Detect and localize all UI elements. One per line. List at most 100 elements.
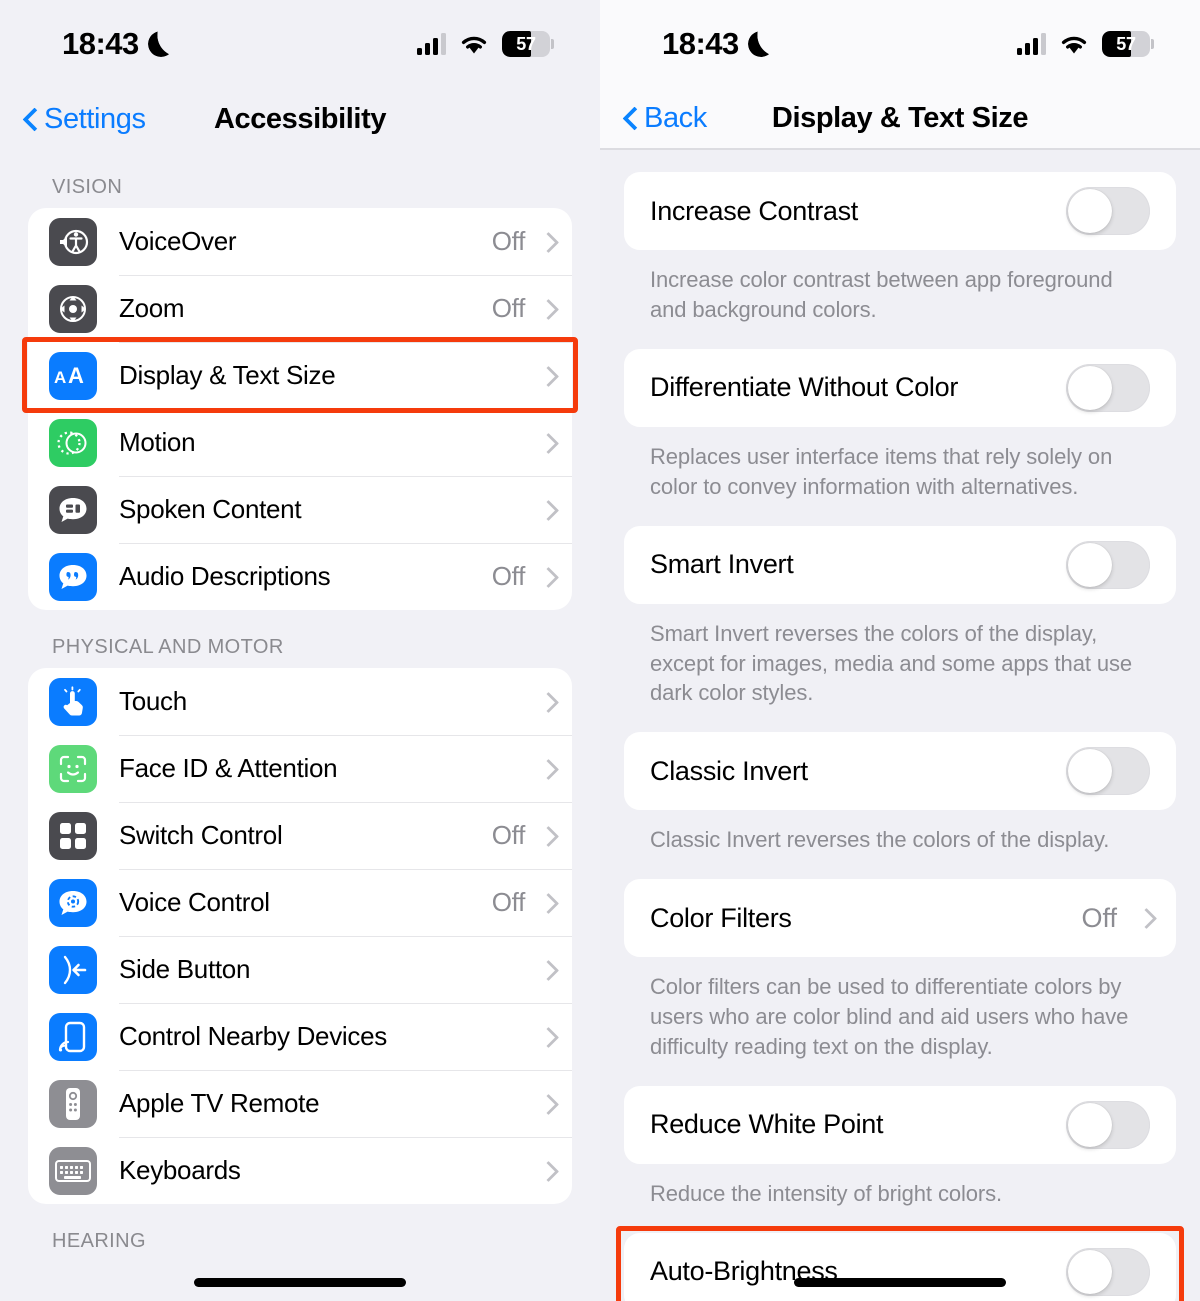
sidebar-item-display-text-size[interactable]: A A Display & Text Size [28,342,572,409]
status-bar-right-group: 57 [417,31,554,57]
setting-description: Color filters can be used to differentia… [650,974,1129,1060]
chevron-right-icon [541,567,552,587]
setting-description: Classic Invert reverses the colors of th… [650,827,1110,853]
sidebar-item-apple-tv-remote[interactable]: Apple TV Remote [28,1070,572,1137]
differentiate-without-color-toggle[interactable] [1066,363,1150,412]
row-value: Off [491,226,526,256]
section-header-vision: VISION [52,176,123,198]
setting-description: Smart Invert reverses the colors of the … [650,620,1133,706]
sidebar-item-voiceover[interactable]: VoiceOver Off [28,208,572,275]
setting-block-auto-brightness: Auto-Brightness Turning off auto-brightn… [616,1225,1184,1301]
chevron-right-icon [541,692,552,712]
navigation-bar-right: Back Display & Text Size [600,88,1200,150]
row-label: Zoom [119,293,185,323]
chevron-right-icon [541,500,552,520]
chevron-right-icon [541,759,552,779]
setting-label: Increase Contrast [650,195,858,226]
sidebar-item-control-nearby-devices[interactable]: Control Nearby Devices [28,1003,572,1070]
setting-block-smart-invert: Smart Invert Smart Invert reverses the c… [624,525,1176,709]
setting-row-differentiate-without-color[interactable]: Differentiate Without Color [624,348,1176,427]
dual-screenshot-container: 18:43 57 Settings Accessibility VISION V… [0,0,1200,1301]
chevron-right-icon [541,1094,552,1114]
chevron-right-icon [541,366,552,386]
control-nearby-devices-icon [49,1012,97,1061]
reduce-white-point-toggle[interactable] [1066,1100,1150,1149]
status-bar-right: 18:43 57 [600,0,1200,88]
row-label: Side Button [119,954,251,984]
face-id-icon [49,744,97,793]
classic-invert-toggle[interactable] [1066,747,1150,796]
section-header-hearing: HEARING [52,1230,146,1252]
sidebar-item-switch-control[interactable]: Switch Control Off [28,802,572,869]
voice-control-icon [49,878,97,927]
status-bar-left: 18:43 57 [0,0,600,88]
cellular-signal-icon [417,33,446,55]
auto-brightness-toggle[interactable] [1066,1247,1150,1296]
smart-invert-toggle[interactable] [1066,540,1150,589]
chevron-right-icon [541,893,552,913]
row-label: Keyboards [119,1155,241,1185]
row-label: Touch [119,686,187,716]
touch-icon [49,677,97,726]
status-time: 18:43 [662,26,739,61]
row-label: Voice Control [119,887,270,917]
setting-block-reduce-white-point: Reduce White Point Reduce the intensity … [624,1085,1176,1209]
motion-icon [49,418,97,467]
crescent-moon-icon [748,31,774,57]
chevron-right-icon [541,299,552,319]
sidebar-item-keyboards[interactable]: Keyboards [28,1137,572,1204]
chevron-right-icon [541,433,552,453]
sidebar-item-motion[interactable]: Motion [28,409,572,476]
chevron-right-icon [541,826,552,846]
back-button-label: Settings [44,102,146,135]
battery-indicator: 57 [502,31,554,57]
status-bar-left-group: 18:43 [662,26,774,62]
row-value: Off [491,561,526,591]
setting-row-reduce-white-point[interactable]: Reduce White Point [624,1085,1176,1164]
setting-row-auto-brightness[interactable]: Auto-Brightness [624,1232,1176,1301]
back-button-label: Back [644,101,707,134]
side-button-icon [49,945,97,994]
setting-label: Reduce White Point [650,1109,884,1140]
setting-row-classic-invert[interactable]: Classic Invert [624,732,1176,811]
setting-value: Off [1081,902,1117,933]
row-label: Face ID & Attention [119,753,338,783]
chevron-right-icon [541,1161,552,1181]
setting-description: Replaces user interface items that rely … [650,443,1113,499]
sidebar-item-touch[interactable]: Touch [28,668,572,735]
increase-contrast-toggle[interactable] [1066,187,1150,235]
setting-description: Increase color contrast between app fore… [650,267,1113,322]
sidebar-item-face-id-attention[interactable]: Face ID & Attention [28,735,572,802]
row-label: VoiceOver [119,226,237,256]
keyboards-icon [49,1146,97,1195]
navigation-bar-left: Settings Accessibility [0,88,600,150]
setting-label: Color Filters [650,902,792,933]
setting-description: Reduce the intensity of bright colors. [650,1180,1003,1206]
setting-label: Smart Invert [650,549,794,580]
wifi-icon [459,33,489,55]
sidebar-item-voice-control[interactable]: Voice Control Off [28,869,572,936]
back-button[interactable]: Back [624,102,707,135]
back-button-settings[interactable]: Settings [24,103,146,136]
setting-row-smart-invert[interactable]: Smart Invert [624,525,1176,604]
switch-control-icon [49,811,97,860]
sidebar-item-zoom[interactable]: Zoom Off [28,275,572,342]
sidebar-item-spoken-content[interactable]: Spoken Content [28,476,572,543]
status-bar-right-group: 57 [1017,31,1154,57]
audio-descriptions-icon [49,552,97,601]
setting-block-increase-contrast: Increase Contrast Increase color contras… [624,172,1176,325]
row-label: Motion [119,427,196,457]
sidebar-item-side-button[interactable]: Side Button [28,936,572,1003]
status-time: 18:43 [62,26,139,61]
physical-motor-group: Touch Face ID & Attention Switch Control… [28,668,572,1204]
battery-indicator: 57 [1102,31,1154,57]
chevron-right-icon [541,960,552,980]
vision-group: VoiceOver Off Zoom Off A A Display & Tex… [28,208,572,610]
setting-row-increase-contrast[interactable]: Increase Contrast [624,172,1176,250]
section-header-physical-and-motor: PHYSICAL AND MOTOR [52,636,284,658]
setting-block-differentiate-without-color: Differentiate Without Color Replaces use… [624,348,1176,502]
left-phone-screen: 18:43 57 Settings Accessibility VISION V… [0,0,600,1301]
chevron-left-icon [24,107,38,131]
setting-row-color-filters[interactable]: Color Filters Off [624,879,1176,958]
sidebar-item-audio-descriptions[interactable]: Audio Descriptions Off [28,543,572,610]
